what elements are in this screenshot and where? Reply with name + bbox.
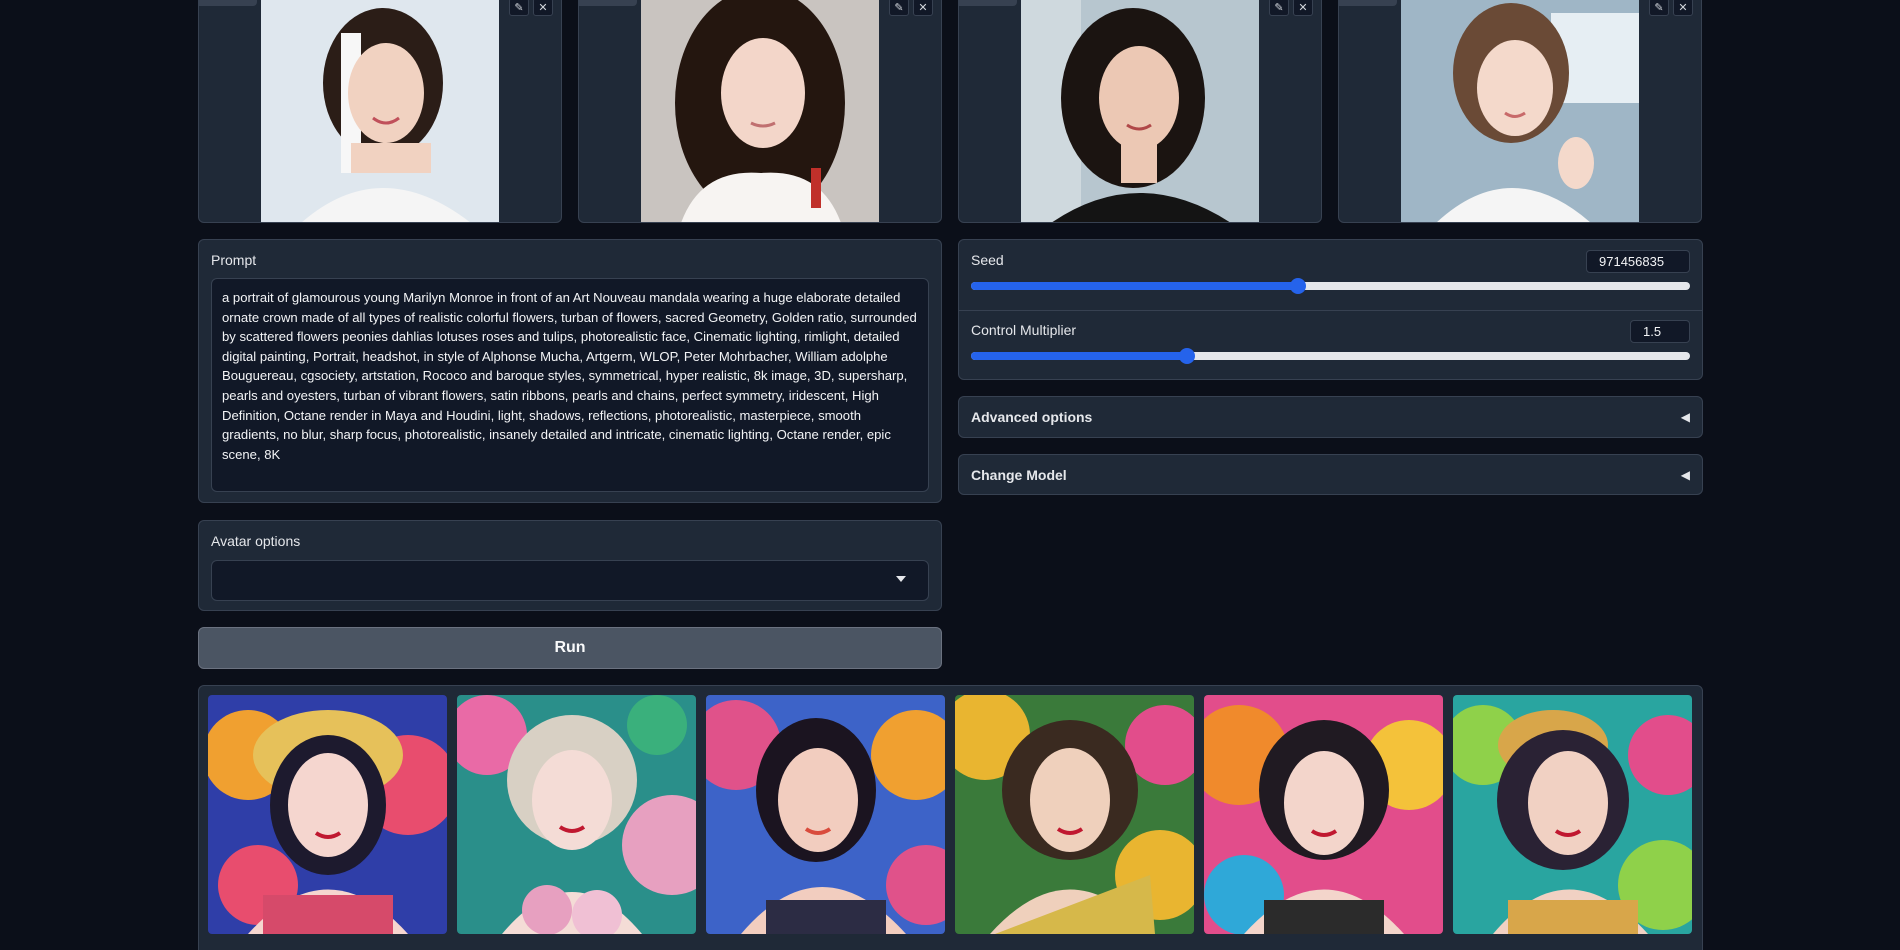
input-image-panel-3[interactable]: ✎ ✕ [958,0,1322,223]
sliders-panel: Seed 971456835 Control Multiplier 1.5 [958,239,1703,380]
pencil-icon[interactable]: ✎ [889,0,909,16]
pencil-icon[interactable]: ✎ [1269,0,1289,16]
advanced-options-accordion[interactable]: Advanced options ◀ [958,396,1703,438]
output-image-4[interactable] [955,695,1194,934]
seed-slider[interactable] [971,278,1690,294]
seed-label: Seed [971,252,1004,268]
prompt-label: Prompt [211,252,257,268]
advanced-options-label: Advanced options [971,409,1093,425]
output-image-3[interactable] [706,695,945,934]
image-tools: ✎ ✕ [1649,0,1693,16]
input-image-panel-1[interactable]: ✎ ✕ [198,0,562,223]
close-icon[interactable]: ✕ [1673,0,1693,16]
control-multiplier-slider-thumb[interactable] [1178,348,1195,364]
seed-slider-thumb[interactable] [1290,278,1307,294]
input-photo-4 [1401,0,1639,222]
control-multiplier-label: Control Multiplier [971,322,1077,338]
collapse-arrow-icon: ◀ [1680,467,1690,482]
prompt-panel: Prompt a portrait of glamourous young Ma… [198,239,942,503]
output-image-5[interactable] [1204,695,1443,934]
output-image-6[interactable] [1453,695,1692,934]
close-icon[interactable]: ✕ [533,0,553,16]
image-label-tab [1339,0,1397,6]
avatar-options-label: Avatar options [211,533,301,549]
pencil-icon[interactable]: ✎ [509,0,529,16]
collapse-arrow-icon: ◀ [1680,410,1690,424]
control-multiplier-input[interactable]: 1.5 [1630,320,1690,343]
close-icon[interactable]: ✕ [1293,0,1313,16]
output-image-2[interactable] [457,695,696,934]
image-tools: ✎ ✕ [509,0,553,16]
input-photo-2 [641,0,879,222]
control-multiplier-slider[interactable] [971,348,1690,364]
pencil-icon[interactable]: ✎ [1649,0,1669,16]
control-multiplier-slider-fill [971,352,1187,360]
image-tools: ✎ ✕ [1269,0,1313,16]
run-button[interactable]: Run [198,627,942,669]
change-model-label: Change Model [971,466,1067,483]
input-image-panel-4[interactable]: ✎ ✕ [1338,0,1702,223]
seed-slider-fill [971,282,1299,290]
seed-input[interactable]: 971456835 [1586,250,1690,273]
output-gallery [198,685,1703,950]
prompt-textarea[interactable]: a portrait of glamourous young Marilyn M… [211,278,929,492]
input-photo-3 [1021,0,1259,222]
input-image-panel-2[interactable]: ✎ ✕ [578,0,942,223]
image-tools: ✎ ✕ [889,0,933,16]
avatar-options-panel: Avatar options [198,520,942,611]
chevron-down-icon [896,576,906,582]
output-image-1[interactable] [208,695,447,934]
divider [959,310,1702,311]
avatar-options-dropdown[interactable] [211,560,929,601]
close-icon[interactable]: ✕ [913,0,933,16]
image-label-tab [579,0,637,6]
input-photo-1 [261,0,499,222]
image-label-tab [199,0,257,6]
image-label-tab [959,0,1017,6]
change-model-accordion[interactable]: Change Model ◀ [958,454,1703,495]
